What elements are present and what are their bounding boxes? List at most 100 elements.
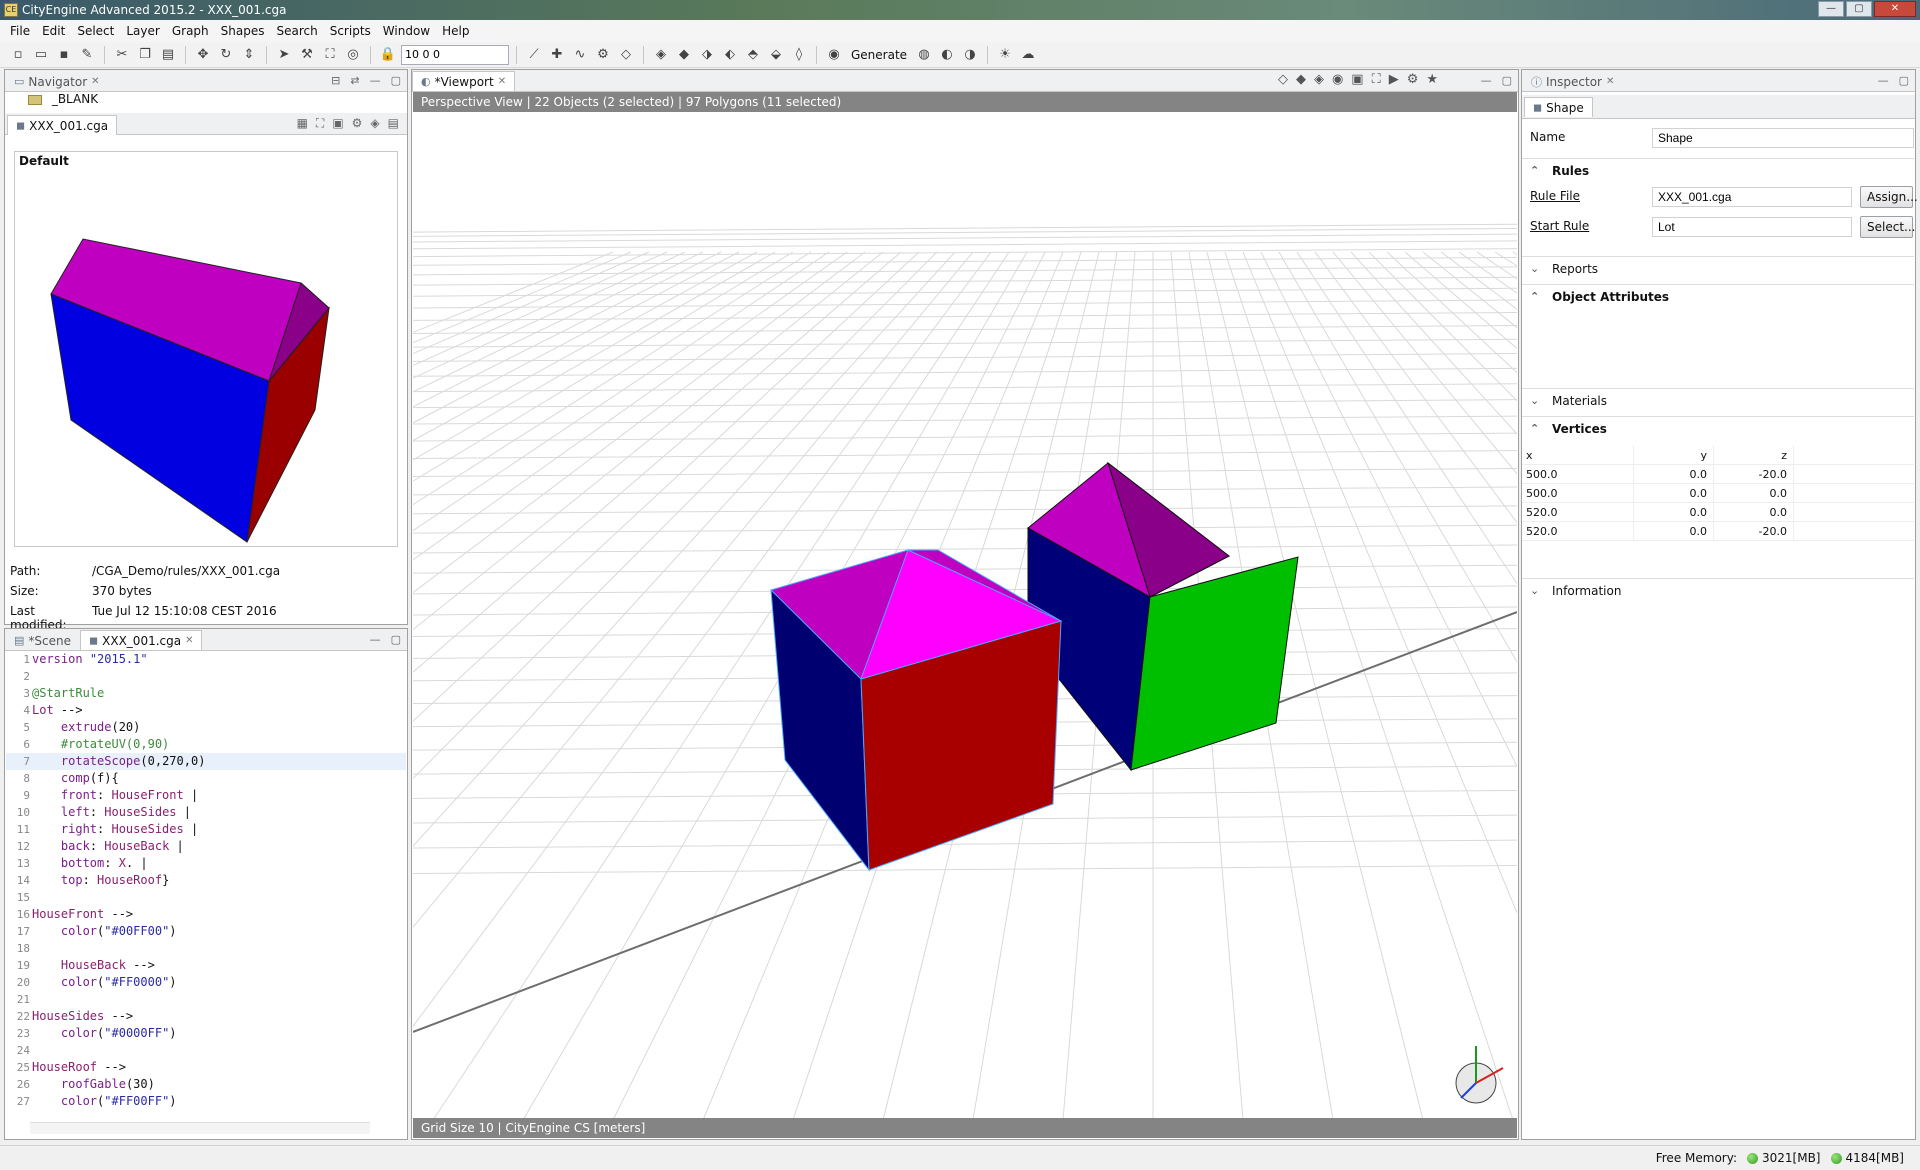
rotate-icon[interactable]: ↻ — [216, 46, 236, 64]
cube-icon[interactable]: ◈ — [370, 116, 379, 131]
menu-scripts[interactable]: Scripts — [324, 24, 377, 38]
shape-tool-4-icon[interactable]: ⬖ — [720, 46, 740, 64]
menu-layer[interactable]: Layer — [120, 24, 165, 38]
tab-shape[interactable]: ◼ Shape — [1524, 97, 1593, 117]
minimize-button[interactable]: — — [1818, 1, 1844, 17]
close-button[interactable]: ✕ — [1874, 1, 1916, 17]
code-line[interactable]: 15 — [6, 889, 406, 906]
code-line[interactable]: 25 HouseRoof --> — [6, 1059, 406, 1076]
star-icon[interactable]: ★ — [1426, 72, 1438, 87]
clean-models-icon[interactable]: ◑ — [960, 46, 980, 64]
3d-viewport[interactable] — [413, 92, 1517, 1120]
menu-select[interactable]: Select — [71, 24, 120, 38]
code-line[interactable]: 8 comp(f){ — [6, 770, 406, 787]
close-icon[interactable]: ✕ — [498, 76, 506, 87]
code-line[interactable]: 5 extrude(20) — [6, 719, 406, 736]
bookmark-icon[interactable]: ▣ — [1351, 72, 1363, 87]
snap-icon[interactable]: ◎ — [343, 46, 363, 64]
code-line[interactable]: 4 Lot --> — [6, 702, 406, 719]
update-seed-icon[interactable]: ◐ — [937, 46, 957, 64]
tab-navigator[interactable]: ▭ Navigator ✕ — [5, 71, 109, 91]
draw-node-icon[interactable]: ✚ — [547, 46, 567, 64]
code-line[interactable]: 2 — [6, 668, 406, 685]
navigator-folder-row[interactable]: _BLANK — [28, 92, 98, 106]
rule-preview-canvas[interactable]: Default — [14, 151, 398, 547]
code-line[interactable]: 7 rotateScope(0,270,0) — [6, 753, 406, 770]
code-line[interactable]: 18 — [6, 940, 406, 957]
table-row[interactable]: 500.0 0.0 -20.0 — [1522, 465, 1914, 484]
gear-icon[interactable]: ⚙ — [352, 116, 363, 131]
name-field[interactable] — [1652, 128, 1914, 148]
camera-icon[interactable]: ▶ — [1389, 72, 1399, 87]
frame-icon[interactable]: ⛶ — [320, 46, 340, 64]
new-file-icon[interactable]: ▫ — [8, 46, 28, 64]
code-line[interactable]: 21 — [6, 991, 406, 1008]
cut-icon[interactable]: ✂ — [112, 46, 132, 64]
code-line[interactable]: 26 roofGable(30) — [6, 1076, 406, 1093]
materials-section-header[interactable]: ⌄ Materials — [1522, 388, 1914, 412]
code-line[interactable]: 19 HouseBack --> — [6, 957, 406, 974]
code-line[interactable]: 23 color("#0000FF") — [6, 1025, 406, 1042]
code-line[interactable]: 10 left: HouseSides | — [6, 804, 406, 821]
minimize-icon[interactable]: — — [1481, 74, 1492, 87]
code-line[interactable]: 24 — [6, 1042, 406, 1059]
editor-horizontal-scrollbar[interactable] — [30, 1122, 370, 1134]
rule-file-field[interactable] — [1652, 187, 1852, 207]
code-line[interactable]: 1 version "2015.1" — [6, 651, 406, 668]
code-line[interactable]: 11 right: HouseSides | — [6, 821, 406, 838]
reports-section-header[interactable]: ⌄ Reports — [1522, 256, 1914, 280]
frame-icon[interactable]: ⛶ — [1372, 72, 1381, 87]
menu-shapes[interactable]: Shapes — [215, 24, 271, 38]
generate-button[interactable]: Generate — [847, 48, 911, 62]
wireframe-icon[interactable]: ◇ — [1278, 72, 1288, 87]
maximize-icon[interactable]: ▢ — [391, 633, 401, 646]
code-line[interactable]: 27 color("#FF00FF") — [6, 1093, 406, 1110]
zoom-value-field[interactable] — [401, 44, 509, 65]
shadows-icon[interactable]: ◉ — [1332, 72, 1343, 87]
minimize-icon[interactable]: — — [370, 633, 381, 646]
camera-icon[interactable]: ▣ — [332, 116, 343, 131]
navigation-compass[interactable] — [1441, 1038, 1511, 1108]
close-icon[interactable]: ✕ — [91, 76, 99, 87]
tab-inspector[interactable]: ⓘ Inspector ✕ — [1522, 71, 1623, 91]
shape-tool-1-icon[interactable]: ◈ — [651, 46, 671, 64]
menu-search[interactable]: Search — [270, 24, 323, 38]
layers-icon[interactable]: ▤ — [388, 116, 399, 131]
close-icon[interactable]: ✕ — [1606, 76, 1614, 87]
code-line[interactable]: 17 color("#00FF00") — [6, 923, 406, 940]
transform-icon[interactable]: ⚒ — [297, 46, 317, 64]
collapse-icon[interactable]: ⊟ — [331, 74, 340, 87]
table-row[interactable]: 500.0 0.0 0.0 — [1522, 484, 1914, 503]
lock-icon[interactable]: 🔒 — [378, 46, 398, 64]
grow-streets-icon[interactable]: ⚙ — [593, 46, 613, 64]
generate-icon[interactable]: ◉ — [824, 46, 844, 64]
link-icon[interactable]: ⇄ — [350, 74, 359, 87]
code-line[interactable]: 22 HouseSides --> — [6, 1008, 406, 1025]
shape-create-icon[interactable]: ◇ — [616, 46, 636, 64]
code-line[interactable]: 20 color("#FF0000") — [6, 974, 406, 991]
freehand-icon[interactable]: ∿ — [570, 46, 590, 64]
scale-icon[interactable]: ⇕ — [239, 46, 259, 64]
maximize-button[interactable]: ▢ — [1846, 1, 1872, 17]
menu-window[interactable]: Window — [377, 24, 436, 38]
vertices-section-header[interactable]: ⌃ Vertices — [1522, 416, 1914, 440]
textured-icon[interactable]: ◈ — [1314, 72, 1324, 87]
tab-viewport[interactable]: ◐ *Viewport ✕ — [412, 71, 516, 91]
code-line[interactable]: 9 front: HouseFront | — [6, 787, 406, 804]
code-line[interactable]: 13 bottom: X. | — [6, 855, 406, 872]
shape-tool-3-icon[interactable]: ⬗ — [697, 46, 717, 64]
pointer-icon[interactable]: ➤ — [274, 46, 294, 64]
cloud-icon[interactable]: ☁ — [1018, 46, 1038, 64]
object-attributes-section-header[interactable]: ⌃ Object Attributes — [1522, 284, 1914, 308]
tab-scene[interactable]: ▤ *Scene — [5, 630, 80, 650]
select-button[interactable]: Select... — [1860, 216, 1915, 238]
sun-icon[interactable]: ☀ — [995, 46, 1015, 64]
shape-tool-2-icon[interactable]: ◆ — [674, 46, 694, 64]
tab-cga-file[interactable]: ◼ XXX_001.cga ✕ — [80, 630, 203, 650]
maximize-icon[interactable]: ▢ — [391, 74, 401, 87]
cga-code-editor[interactable]: 1 version "2015.1" 2 3 @StartRule 4 Lot --> 5 e… — [6, 651, 406, 1121]
move-icon[interactable]: ✥ — [193, 46, 213, 64]
code-line[interactable]: 14 top: HouseRoof} — [6, 872, 406, 889]
start-rule-field[interactable] — [1652, 217, 1852, 237]
code-line[interactable]: 12 back: HouseBack | — [6, 838, 406, 855]
